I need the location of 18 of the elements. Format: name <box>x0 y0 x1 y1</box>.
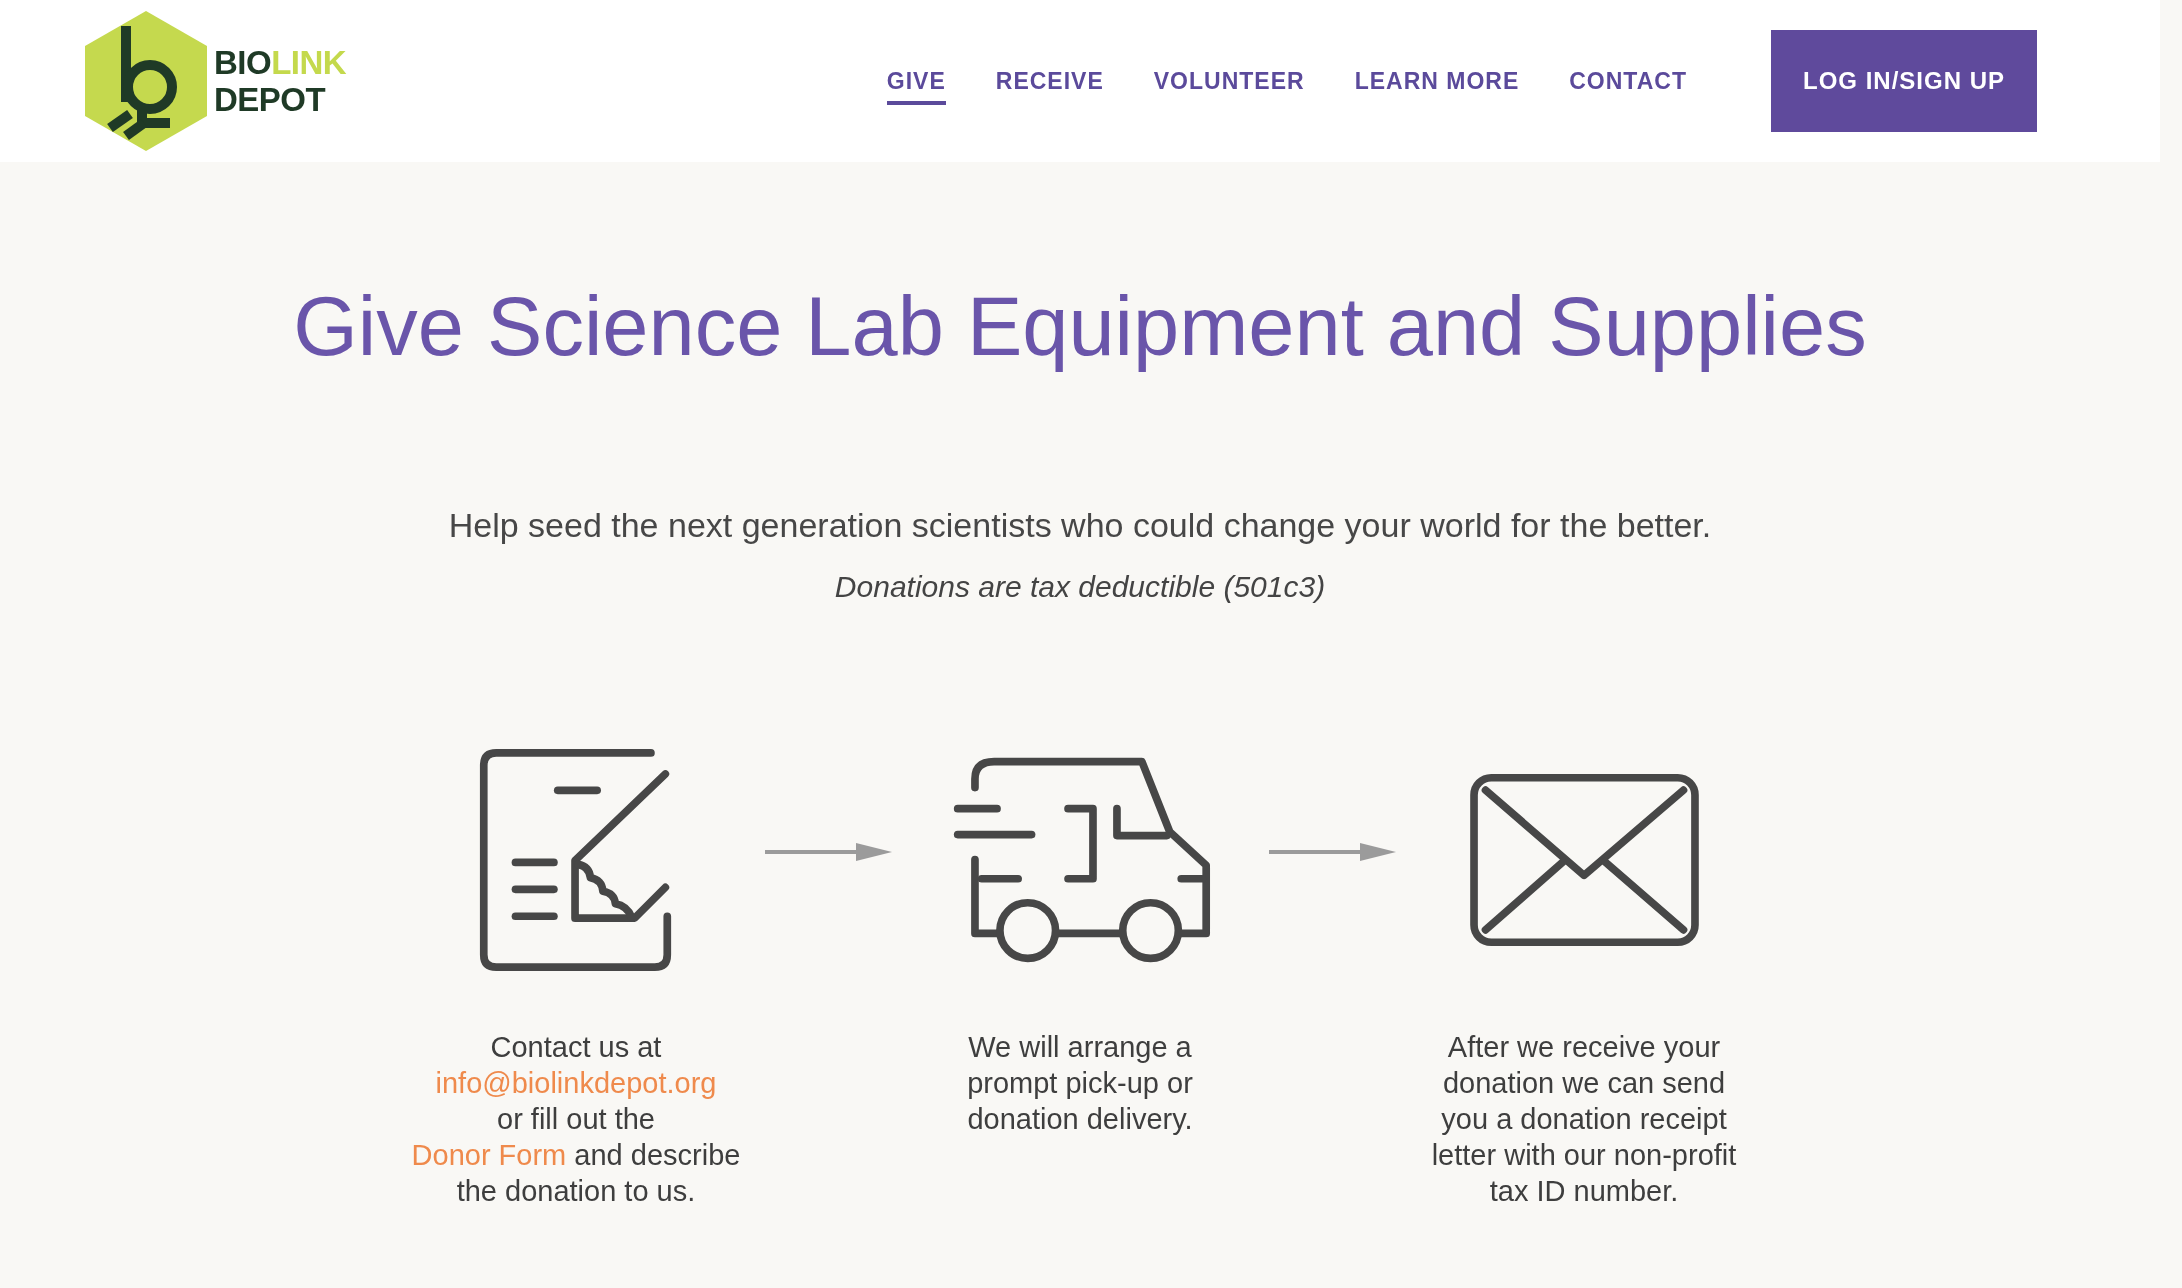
tax-note: Donations are tax deductible (501c3) <box>833 569 1327 605</box>
nav-link[interactable]: CONTACT <box>1569 56 1687 106</box>
intro-text: Help seed the next generation scientists who could change your world for the better. <box>447 505 1713 546</box>
step-description: Contact us at info@biolinkdepot.org or fill out the Donor Form and describe the donation to us. <box>411 1030 741 1209</box>
logo-text: BIOLINK DEPOT <box>214 44 347 118</box>
document-pencil-icon <box>478 746 674 974</box>
nav-link[interactable]: GIVE <box>886 56 946 106</box>
step-description: After we receive your donation we can send you a donation receipt letter with our non-profit tax ID number. <box>1431 1030 1737 1209</box>
hexagon-logo-icon <box>84 10 208 152</box>
arrow-icon <box>1268 843 1396 861</box>
nav-link[interactable]: LEARN MORE <box>1354 56 1520 106</box>
login-button[interactable]: LOG IN/SIGN UP <box>1771 30 2037 132</box>
page-heading: Give Science Lab Equipment and Supplies <box>292 279 1868 375</box>
step-description: We will arrange a prompt pick-up or donation delivery. <box>967 1030 1193 1137</box>
envelope-icon <box>1467 772 1701 948</box>
nav-link[interactable]: VOLUNTEER <box>1153 56 1305 106</box>
arrow-icon <box>764 843 892 861</box>
nav-link[interactable]: RECEIVE <box>995 56 1104 106</box>
